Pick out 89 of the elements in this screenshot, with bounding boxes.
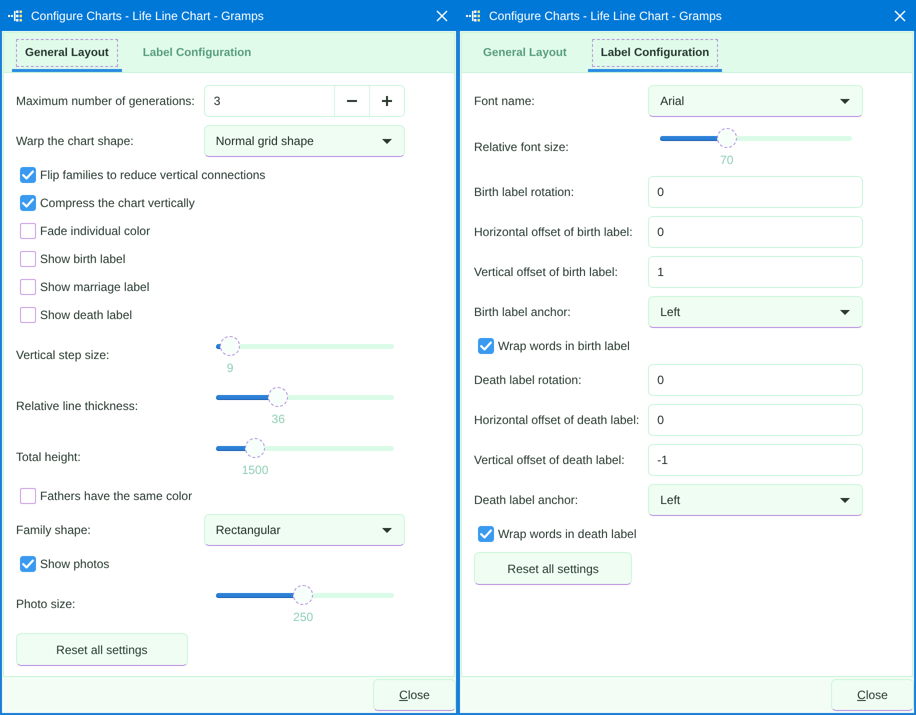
checkmark-icon <box>480 529 492 539</box>
minus-icon <box>347 100 357 102</box>
slider-track[interactable] <box>216 387 394 407</box>
field-label: Horizontal offset of birth label: <box>474 225 634 239</box>
text-field[interactable]: 1 <box>648 256 863 288</box>
checkbox-label: Flip families to reduce vertical connections <box>40 168 266 182</box>
field-label: Photo size: <box>16 596 76 610</box>
slider-value: 9 <box>226 361 234 375</box>
close-button[interactable]: Close <box>831 679 914 711</box>
checkbox[interactable] <box>478 526 494 542</box>
dropdown[interactable]: Left <box>648 296 863 328</box>
field-label: Maximum number of generations: <box>16 94 195 108</box>
checkmark-icon <box>22 198 34 208</box>
field-label: Vertical offset of birth label: <box>474 265 619 279</box>
field-label: Birth label rotation: <box>474 185 576 199</box>
field-label: Death label anchor: <box>474 493 580 507</box>
field-label: Horizontal offset of death label: <box>474 413 640 427</box>
plus-icon <box>382 96 392 106</box>
dropdown[interactable]: Rectangular <box>204 514 405 546</box>
field-label: Death label rotation: <box>474 373 582 387</box>
caret-down-icon <box>382 528 392 532</box>
checkbox[interactable] <box>20 307 36 323</box>
checkmark-icon <box>480 341 492 351</box>
window-title: Configure Charts - Life Line Chart - Gramps <box>31 8 264 22</box>
checkbox[interactable] <box>20 279 36 295</box>
checkbox[interactable] <box>20 223 36 239</box>
slider-value: 250 <box>293 610 314 624</box>
reset-button[interactable]: Reset all settings <box>16 633 188 666</box>
field-label: Font name: <box>474 94 536 108</box>
window-close-button[interactable] <box>894 10 906 22</box>
checkbox-label: Fathers have the same color <box>40 489 192 503</box>
field-label: Vertical offset of death label: <box>474 453 626 467</box>
caret-down-icon <box>840 498 850 502</box>
text-field[interactable]: 0 <box>648 404 863 436</box>
field-label: Family shape: <box>16 523 92 537</box>
slider-handle[interactable] <box>220 336 240 356</box>
reset-button[interactable]: Reset all settings <box>474 552 632 585</box>
checkbox-label: Compress the chart vertically <box>40 196 195 210</box>
slider-value: 70 <box>720 153 734 167</box>
checkbox[interactable] <box>20 251 36 267</box>
slider-value: 36 <box>272 412 285 426</box>
slider-handle[interactable] <box>716 128 737 148</box>
window-title: Configure Charts - Life Line Chart - Gramps <box>489 8 722 22</box>
slider-track[interactable] <box>660 128 852 148</box>
slider-track[interactable] <box>216 336 394 356</box>
checkbox-label: Wrap words in birth label <box>498 339 630 353</box>
text-field[interactable]: -1 <box>648 444 863 476</box>
number-spin-field[interactable]: 3 <box>204 85 405 117</box>
checkbox-label: Show photos <box>40 557 110 571</box>
checkbox[interactable] <box>20 488 36 504</box>
slider-value: 1500 <box>242 463 268 477</box>
checkbox[interactable] <box>20 556 36 572</box>
text-field[interactable]: 0 <box>648 364 863 396</box>
field-label: Birth label anchor: <box>474 305 572 319</box>
hierarchy-icon <box>466 10 480 22</box>
checkbox[interactable] <box>20 167 36 183</box>
increment-button[interactable] <box>369 86 404 116</box>
checkbox[interactable] <box>20 195 36 211</box>
dropdown[interactable]: Arial <box>648 85 863 117</box>
checkbox[interactable] <box>478 338 494 354</box>
slider-track[interactable] <box>216 438 394 458</box>
window-close-button[interactable] <box>436 10 448 22</box>
slider-handle[interactable] <box>245 438 266 458</box>
close-icon <box>894 10 906 22</box>
slider-handle[interactable] <box>268 387 288 407</box>
checkbox-label: Fade individual color <box>40 224 150 238</box>
field-label: Total height: <box>16 450 82 464</box>
field-label: Relative font size: <box>474 140 570 154</box>
checkbox-label: Wrap words in death label <box>498 527 637 541</box>
checkbox-label: Show birth label <box>40 252 126 266</box>
field-label: Relative line thickness: <box>16 398 140 412</box>
slider-handle[interactable] <box>293 585 314 605</box>
checkbox-label: Show death label <box>40 308 132 322</box>
checkmark-icon <box>22 559 34 569</box>
caret-down-icon <box>382 138 392 144</box>
checkmark-icon <box>22 170 34 180</box>
hierarchy-icon <box>8 10 22 22</box>
caret-down-icon <box>840 98 850 104</box>
checkbox-label: Show marriage label <box>40 280 150 294</box>
text-field[interactable]: 0 <box>648 216 863 248</box>
field-label: Warp the chart shape: <box>16 134 135 148</box>
caret-down-icon <box>840 310 850 314</box>
field-label: Vertical step size: <box>16 348 110 362</box>
dropdown[interactable]: Normal grid shape <box>204 125 405 157</box>
text-field[interactable]: 0 <box>648 176 863 208</box>
dropdown[interactable]: Left <box>648 484 863 516</box>
slider-track[interactable] <box>216 585 394 605</box>
close-icon <box>436 10 448 22</box>
close-button[interactable]: Close <box>373 679 456 711</box>
